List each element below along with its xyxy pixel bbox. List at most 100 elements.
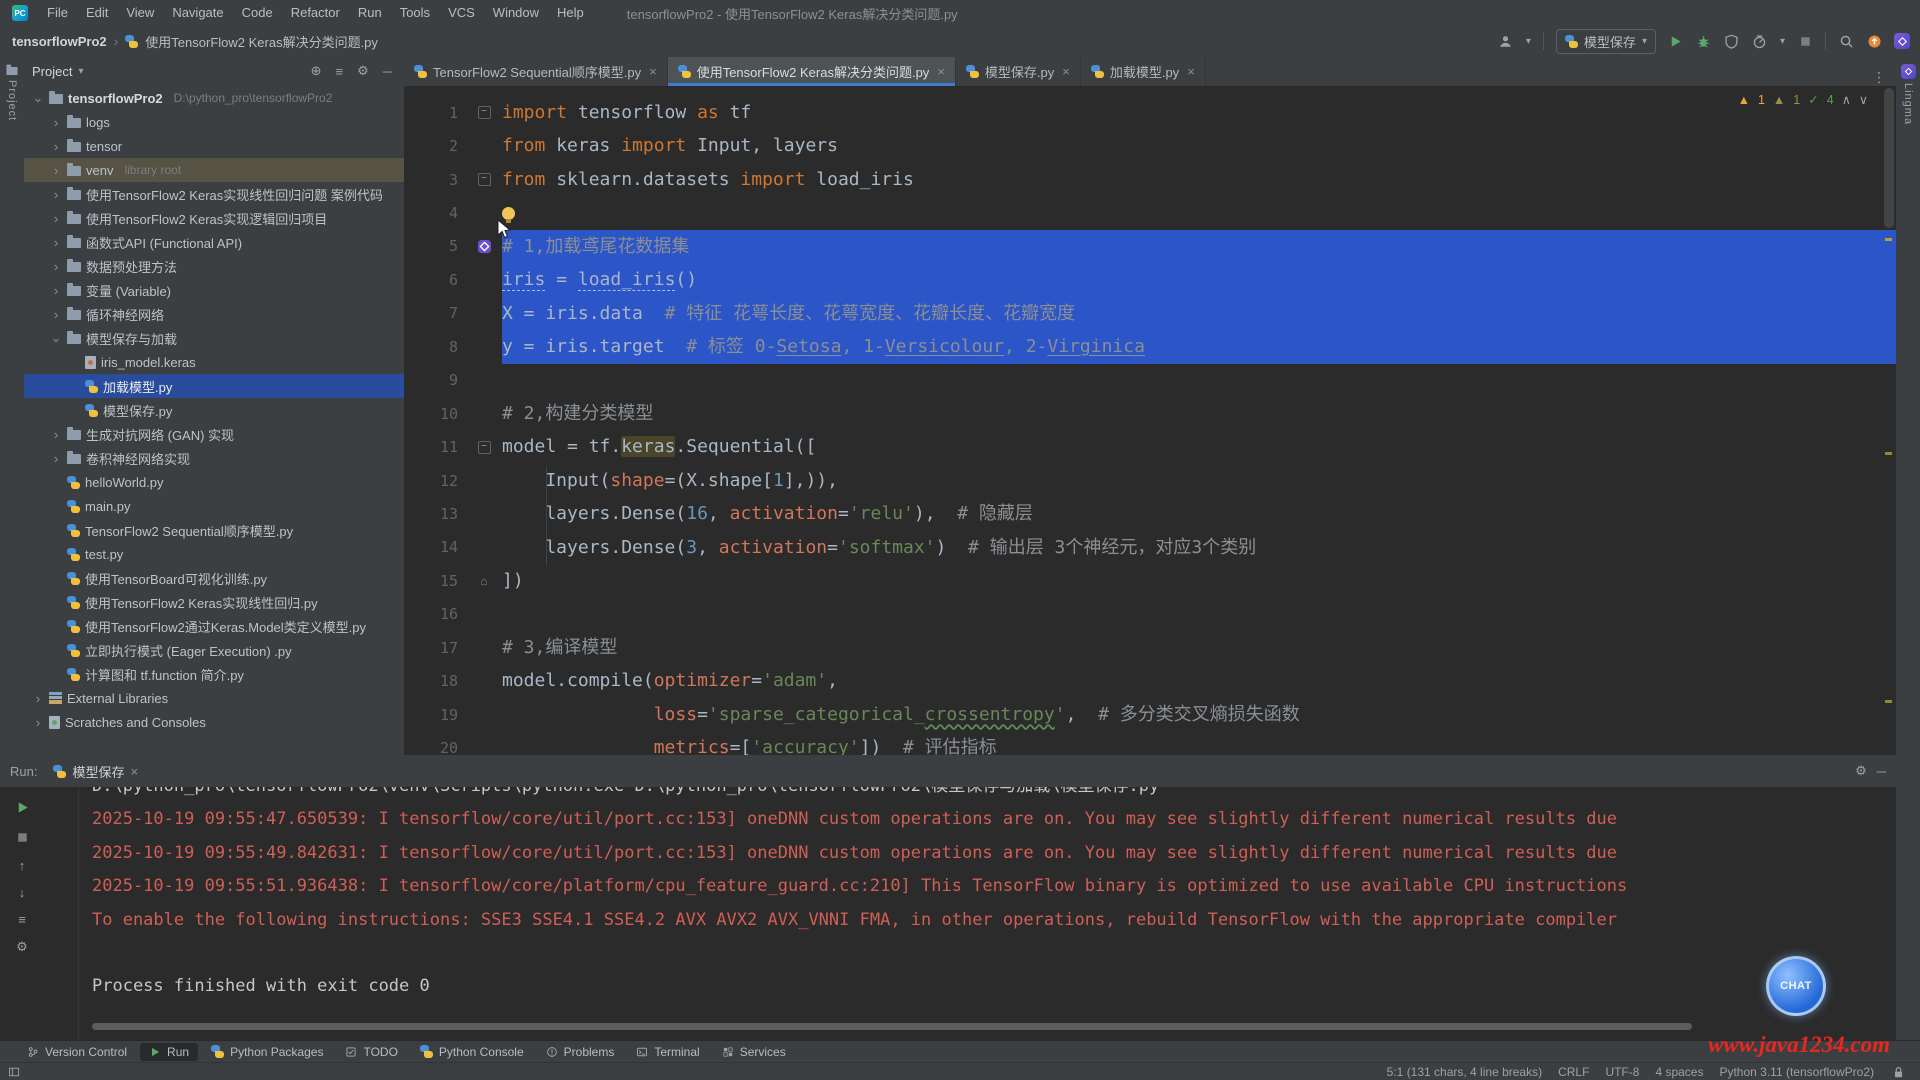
menu-vcs[interactable]: VCS: [439, 0, 484, 26]
code-text[interactable]: # 3,编译模型: [502, 631, 1896, 664]
gutter-cell[interactable]: −: [466, 106, 502, 119]
inspections-widget[interactable]: ▲1 ▲1 ✓4 ∧ ∨: [1738, 92, 1868, 107]
profiler-caret-icon[interactable]: ▾: [1780, 36, 1785, 47]
code-text[interactable]: loss='sparse_categorical_crossentropy', …: [502, 698, 1896, 731]
code-text[interactable]: Input(shape=(X.shape[1],)),: [502, 464, 1896, 497]
fold-marker-icon[interactable]: −: [478, 441, 491, 454]
line-number[interactable]: 6: [404, 271, 466, 289]
close-icon[interactable]: ×: [130, 764, 138, 779]
tree-item[interactable]: 立即执行模式 (Eager Execution) .py: [24, 638, 404, 662]
rerun-button[interactable]: [14, 799, 30, 815]
tree-item[interactable]: TensorFlow2 Sequential顺序模型.py: [24, 518, 404, 542]
toolwindow-button-terminal[interactable]: Terminal: [627, 1043, 708, 1061]
menu-code[interactable]: Code: [233, 0, 282, 26]
code-text[interactable]: from keras import Input, layers: [502, 129, 1896, 162]
next-issue-icon[interactable]: ∨: [1859, 92, 1868, 107]
run-config-select[interactable]: 模型保存 ▾: [1556, 29, 1656, 54]
line-number[interactable]: 10: [404, 405, 466, 423]
user-caret-icon[interactable]: ▾: [1526, 36, 1531, 47]
tree-item[interactable]: ›数据预处理方法: [24, 254, 404, 278]
editor-tab[interactable]: 使用TensorFlow2 Keras解决分类问题.py×: [668, 57, 956, 86]
editor-tab[interactable]: 模型保存.py×: [956, 57, 1081, 86]
debug-button[interactable]: [1696, 33, 1712, 49]
collapse-all-icon[interactable]: ≡: [332, 64, 348, 79]
code-line[interactable]: 6 iris = load_iris(): [404, 263, 1896, 296]
line-number[interactable]: 13: [404, 505, 466, 523]
tree-item[interactable]: ›logs: [24, 110, 404, 134]
tree-item[interactable]: test.py: [24, 542, 404, 566]
code-line[interactable]: 11−model = tf.keras.Sequential([: [404, 430, 1896, 463]
gutter-cell[interactable]: [466, 238, 502, 254]
menu-tools[interactable]: Tools: [391, 0, 439, 26]
hide-run-panel-icon[interactable]: ─: [1877, 764, 1886, 779]
tree-chevron-icon[interactable]: ›: [50, 211, 62, 226]
menu-refactor[interactable]: Refactor: [282, 0, 349, 26]
code-line[interactable]: 5# 1,加载鸢尾花数据集: [404, 230, 1896, 263]
gear-icon[interactable]: ⚙: [353, 63, 373, 79]
gutter-cell[interactable]: −: [466, 173, 502, 186]
tree-item[interactable]: ›External Libraries: [24, 686, 404, 710]
tree-item[interactable]: 使用TensorFlow2通过Keras.Model类定义模型.py: [24, 614, 404, 638]
tree-item[interactable]: ›使用TensorFlow2 Keras实现逻辑回归项目: [24, 206, 404, 230]
code-line[interactable]: 9: [404, 364, 1896, 397]
line-number[interactable]: 17: [404, 639, 466, 657]
code-editor[interactable]: 1−import tensorflow as tf2from keras imp…: [404, 86, 1896, 755]
line-number[interactable]: 9: [404, 371, 466, 389]
toolwindow-button-python-packages[interactable]: Python Packages: [202, 1043, 332, 1061]
line-number[interactable]: 7: [404, 304, 466, 322]
toolwindow-button-services[interactable]: Services: [713, 1043, 795, 1061]
tree-item[interactable]: 使用TensorFlow2 Keras实现线性回归.py: [24, 590, 404, 614]
tool-stripe-project[interactable]: Project: [0, 64, 24, 121]
tree-item[interactable]: ›卷积神经网络实现: [24, 446, 404, 470]
menu-file[interactable]: File: [38, 0, 77, 26]
code-line[interactable]: 14 layers.Dense(3, activation='softmax')…: [404, 531, 1896, 564]
fold-marker-icon[interactable]: −: [478, 106, 491, 119]
tree-item[interactable]: ⌄模型保存与加载: [24, 326, 404, 350]
tree-item[interactable]: 使用TensorBoard可视化训练.py: [24, 566, 404, 590]
code-line[interactable]: 17 # 3,编译模型: [404, 631, 1896, 664]
line-number[interactable]: 16: [404, 605, 466, 623]
stop-button[interactable]: [1797, 33, 1813, 49]
menu-run[interactable]: Run: [349, 0, 391, 26]
chat-badge[interactable]: CHAT: [1766, 956, 1826, 1016]
code-text[interactable]: iris = load_iris(): [502, 263, 1896, 296]
tab-close-icon[interactable]: ×: [1187, 64, 1195, 79]
tree-item[interactable]: main.py: [24, 494, 404, 518]
ai-gutter-icon[interactable]: [476, 238, 492, 254]
tree-item[interactable]: iris_model.keras: [24, 350, 404, 374]
line-number[interactable]: 8: [404, 338, 466, 356]
gutter-cell[interactable]: ⌂: [466, 574, 502, 588]
line-number[interactable]: 15: [404, 572, 466, 590]
toolwindow-button-run[interactable]: Run: [140, 1043, 198, 1061]
update-badge-icon[interactable]: [1866, 33, 1882, 49]
gutter-cell[interactable]: −: [466, 441, 502, 454]
tree-item[interactable]: helloWorld.py: [24, 470, 404, 494]
tree-item[interactable]: ›循环神经网络: [24, 302, 404, 326]
code-text[interactable]: import tensorflow as tf: [502, 96, 1896, 129]
stop-process-button[interactable]: [14, 829, 30, 845]
hide-panel-icon[interactable]: ─: [379, 64, 396, 79]
line-number[interactable]: 19: [404, 706, 466, 724]
editor-tab[interactable]: TensorFlow2 Sequential顺序模型.py×: [404, 57, 668, 86]
tree-item[interactable]: ›函数式API (Functional API): [24, 230, 404, 254]
line-number[interactable]: 18: [404, 672, 466, 690]
line-number[interactable]: 14: [404, 538, 466, 556]
profiler-button[interactable]: [1752, 33, 1768, 49]
menu-edit[interactable]: Edit: [77, 0, 117, 26]
editor-scrollbar[interactable]: [1884, 88, 1894, 228]
layout-toggle-icon[interactable]: [8, 1066, 20, 1078]
code-line[interactable]: 19 loss='sparse_categorical_crossentropy…: [404, 698, 1896, 731]
line-number[interactable]: 2: [404, 137, 466, 155]
code-line[interactable]: 16: [404, 598, 1896, 631]
code-line[interactable]: 7 X = iris.data # 特征 花萼长度、花萼宽度、花瓣长度、花瓣宽度: [404, 297, 1896, 330]
fold-end-icon[interactable]: ⌂: [480, 574, 487, 588]
line-number[interactable]: 5: [404, 237, 466, 255]
code-text[interactable]: from sklearn.datasets import load_iris: [502, 163, 1896, 196]
code-line[interactable]: 15⌂]): [404, 564, 1896, 597]
tree-chevron-icon[interactable]: ›: [32, 691, 44, 706]
status-widget[interactable]: UTF-8: [1605, 1065, 1639, 1079]
tree-chevron-icon[interactable]: ›: [50, 139, 62, 154]
tool-stripe-ai[interactable]: Lingma: [1896, 64, 1920, 125]
error-stripe-mark[interactable]: [1885, 238, 1892, 241]
code-text[interactable]: X = iris.data # 特征 花萼长度、花萼宽度、花瓣长度、花瓣宽度: [502, 297, 1896, 330]
